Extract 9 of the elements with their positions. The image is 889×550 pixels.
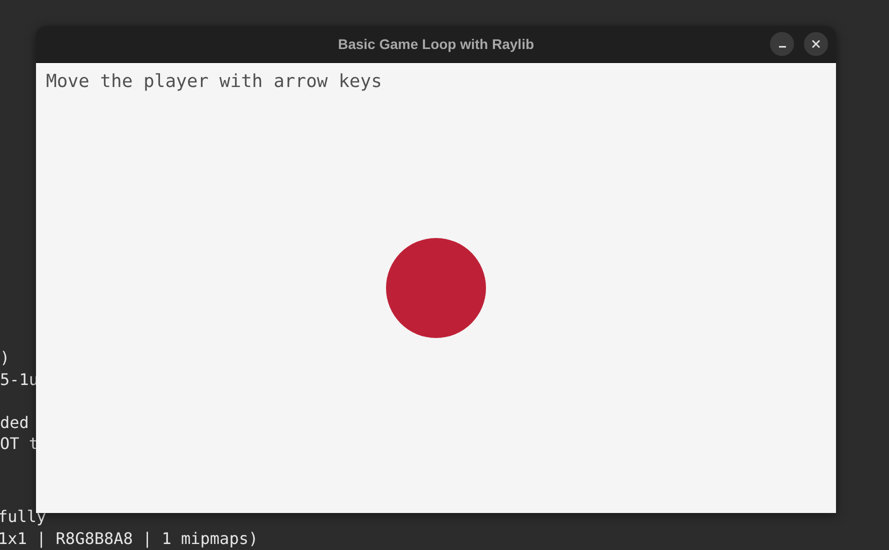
close-button[interactable] (804, 32, 828, 56)
minimize-icon (778, 46, 786, 48)
terminal-line: ) (0, 347, 11, 368)
instruction-text: Move the player with arrow keys (46, 71, 382, 92)
terminal-line: 1x1 | R8G8B8A8 | 1 mipmaps) (0, 528, 258, 549)
close-icon (811, 39, 821, 49)
minimize-button[interactable] (770, 32, 794, 56)
terminal-line: ded (0, 412, 30, 433)
window-title: Basic Game Loop with Raylib (338, 36, 534, 52)
